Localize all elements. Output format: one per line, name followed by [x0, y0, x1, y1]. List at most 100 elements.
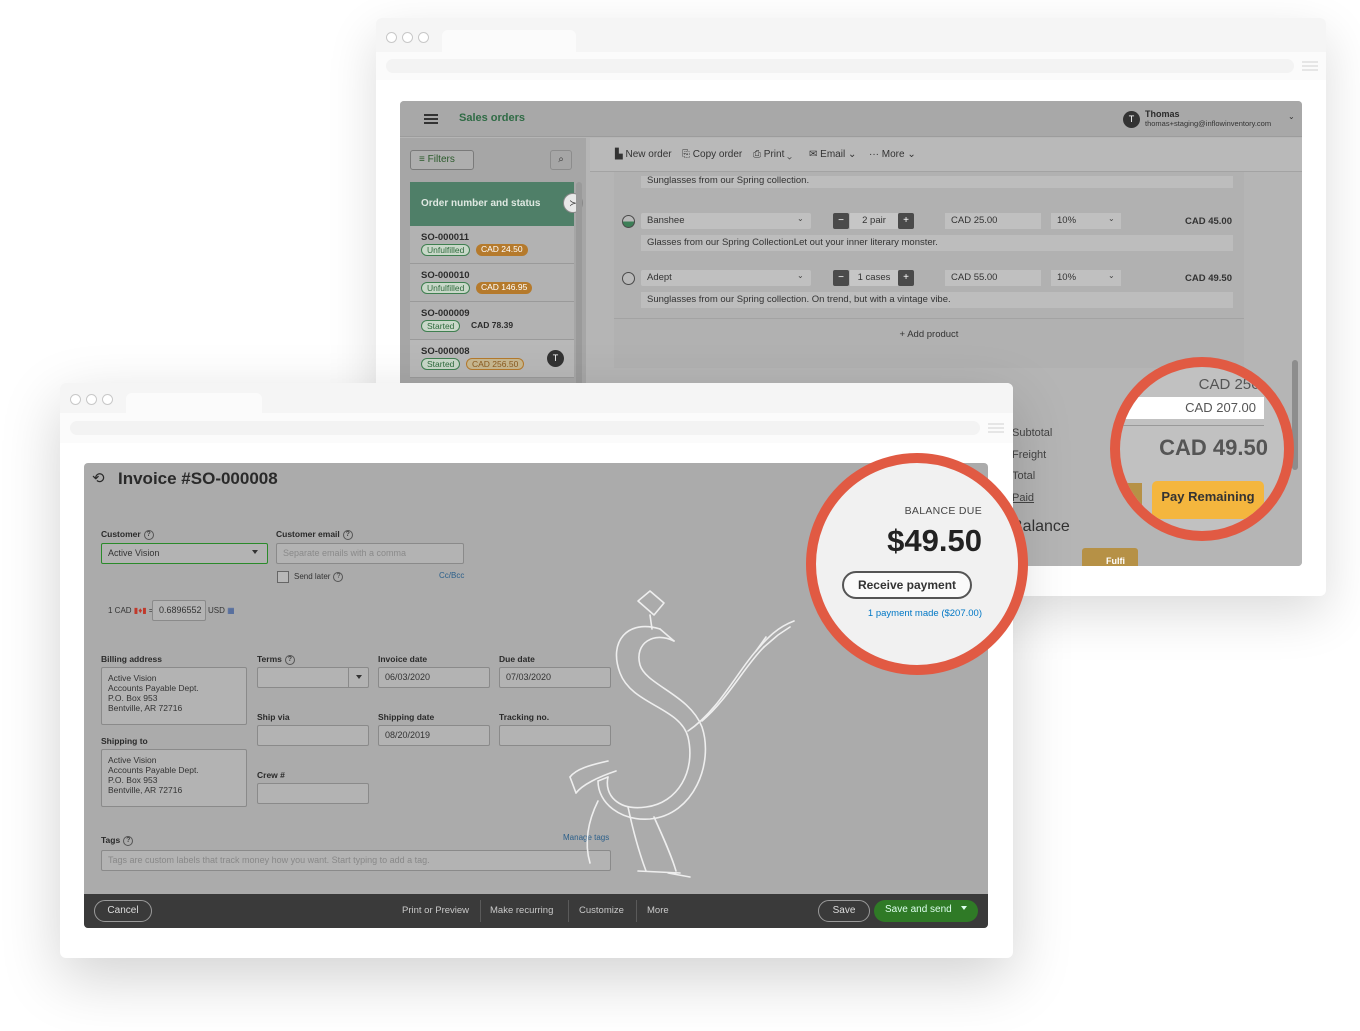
- print-preview-link[interactable]: Print or Preview: [402, 905, 469, 916]
- line-description[interactable]: Glasses from our Spring CollectionLet ou…: [641, 235, 1233, 251]
- ship-via-input[interactable]: [257, 725, 369, 746]
- user-name[interactable]: Thomas: [1145, 109, 1180, 119]
- window-close-dot[interactable]: [386, 32, 397, 43]
- browser-chrome: [376, 18, 1326, 80]
- order-row[interactable]: SO-000010 Unfulfilled CAD 146.95: [410, 264, 574, 302]
- add-product-button[interactable]: + Add product: [614, 318, 1244, 350]
- subtotal-label: Subtotal: [1012, 427, 1053, 439]
- email-button[interactable]: ✉ Email ⌄: [809, 149, 856, 160]
- shipping-date-input[interactable]: 08/20/2019: [378, 725, 490, 746]
- invoice-date-label: Invoice date: [378, 654, 428, 664]
- exchange-rate-input[interactable]: 0.6896552: [152, 600, 206, 621]
- zoom-callout-balance: CAD 256.5 CAD 207.00 CAD 49.50 Pay Remai…: [1110, 357, 1294, 541]
- shipping-address-field[interactable]: Active Vision Accounts Payable Dept. P.O…: [101, 749, 247, 807]
- help-icon: ?: [143, 529, 154, 540]
- order-row[interactable]: SO-000011 Unfulfilled CAD 24.50: [410, 226, 574, 264]
- browser-tab[interactable]: [126, 393, 262, 413]
- increment-button[interactable]: +: [898, 213, 914, 229]
- more-button[interactable]: ··· More ⌄: [869, 149, 916, 160]
- line-description[interactable]: Sunglasses from our Spring collection.: [641, 176, 1233, 188]
- zoom-paid-value: CAD 207.00: [1120, 397, 1264, 419]
- window-minimize-dot[interactable]: [86, 394, 97, 405]
- fulfillment-status-icon[interactable]: [622, 215, 635, 228]
- window-close-dot[interactable]: [70, 394, 81, 405]
- help-icon: ?: [342, 529, 353, 540]
- window-maximize-dot[interactable]: [418, 32, 429, 43]
- payment-made-link[interactable]: 1 payment made ($207.00): [836, 608, 982, 619]
- order-list-header: Order number and status: [410, 182, 574, 226]
- window-minimize-dot[interactable]: [402, 32, 413, 43]
- unit-price-input[interactable]: CAD 25.00: [945, 213, 1041, 229]
- customer-select[interactable]: Active Vision: [101, 543, 268, 564]
- copy-order-button[interactable]: ⎘ Copy order: [682, 149, 742, 160]
- cc-bcc-link[interactable]: Cc/Bcc: [439, 571, 464, 580]
- address-line: Active Vision: [108, 673, 157, 683]
- customer-email-input[interactable]: Separate emails with a comma: [276, 543, 464, 564]
- unit-price-input[interactable]: CAD 55.00: [945, 270, 1041, 286]
- print-button[interactable]: ⎙ Print ⌄: [753, 149, 792, 160]
- save-and-send-button[interactable]: Save and send: [874, 900, 978, 922]
- help-icon: ?: [333, 572, 344, 582]
- tags-input[interactable]: Tags are custom labels that track money …: [101, 850, 611, 871]
- new-order-button[interactable]: ▙ New order: [615, 149, 672, 160]
- billing-address-field[interactable]: Active Vision Accounts Payable Dept. P.O…: [101, 667, 247, 725]
- paid-link[interactable]: Paid: [1012, 492, 1034, 504]
- order-number: SO-000010: [421, 270, 470, 281]
- amount-badge: CAD 78.39: [471, 320, 514, 330]
- page-title: Invoice #SO-000008: [118, 469, 278, 488]
- terms-select[interactable]: [257, 667, 369, 688]
- receive-payment-button[interactable]: Receive payment: [842, 571, 972, 599]
- ellipsis-icon: ···: [869, 149, 879, 160]
- line-description[interactable]: Sunglasses from our Spring collection. O…: [641, 292, 1233, 308]
- browser-tab[interactable]: [442, 30, 576, 52]
- invoice-date-input[interactable]: 06/03/2020: [378, 667, 490, 688]
- fulfillment-status-icon[interactable]: [622, 272, 635, 285]
- send-later-checkbox[interactable]: [277, 571, 289, 583]
- filters-button[interactable]: ≡ Filters: [410, 150, 474, 170]
- browser-menu-icon[interactable]: [1302, 61, 1318, 71]
- email-label: Email: [820, 149, 846, 160]
- browser-menu-icon[interactable]: [988, 423, 1004, 433]
- document-icon: ▙: [615, 149, 623, 160]
- user-avatar[interactable]: T: [1123, 111, 1140, 128]
- increment-button[interactable]: +: [898, 270, 914, 286]
- search-icon[interactable]: ⌕: [550, 150, 572, 170]
- chevron-down-icon[interactable]: ⌄: [1288, 112, 1295, 121]
- zoom-balance-value: CAD 49.50: [1159, 435, 1268, 460]
- cancel-button[interactable]: Cancel: [94, 900, 152, 922]
- shipping-to-label: Shipping to: [101, 736, 148, 746]
- caret-down-icon[interactable]: [961, 906, 967, 910]
- product-select[interactable]: Banshee: [641, 213, 811, 229]
- product-select[interactable]: Adept: [641, 270, 811, 286]
- help-icon: ?: [284, 654, 295, 665]
- new-order-label: New order: [625, 149, 672, 160]
- quantity-input[interactable]: 2 pair: [850, 213, 898, 229]
- window-maximize-dot[interactable]: [102, 394, 113, 405]
- quantity-input[interactable]: 1 cases: [850, 270, 898, 286]
- more-link[interactable]: More: [647, 905, 669, 916]
- make-recurring-link[interactable]: Make recurring: [490, 905, 553, 916]
- address-line: Bentville, AR 72716: [108, 785, 183, 795]
- line-total: CAD 45.00: [1185, 216, 1232, 227]
- address-line: Active Vision: [108, 755, 157, 765]
- menu-icon[interactable]: [424, 114, 438, 124]
- amount-badge: CAD 24.50: [476, 244, 528, 256]
- address-bar[interactable]: [386, 59, 1294, 73]
- order-row-selected[interactable]: SO-000008 Started CAD 256.50 T: [410, 340, 574, 378]
- app-header: Sales orders T Thomas thomas+staging@inf…: [400, 101, 1302, 137]
- save-button[interactable]: Save: [818, 900, 870, 922]
- history-icon[interactable]: ⟲: [92, 469, 105, 487]
- fulfill-button[interactable]: Fulfi: [1082, 548, 1138, 566]
- ship-via-label: Ship via: [257, 712, 290, 722]
- decrement-button[interactable]: −: [833, 213, 849, 229]
- canada-flag-icon: ▮♦▮: [133, 606, 147, 615]
- pay-remaining-button[interactable]: Pay Remaining: [1152, 481, 1264, 519]
- order-row[interactable]: SO-000009 Started CAD 78.39: [410, 302, 574, 340]
- customer-email-label: Customer email?: [276, 529, 353, 540]
- crew-input[interactable]: [257, 783, 369, 804]
- customize-link[interactable]: Customize: [579, 905, 624, 916]
- freight-label: Freight: [1012, 449, 1047, 461]
- address-bar[interactable]: [70, 421, 980, 435]
- more-label: More: [881, 149, 905, 160]
- decrement-button[interactable]: −: [833, 270, 849, 286]
